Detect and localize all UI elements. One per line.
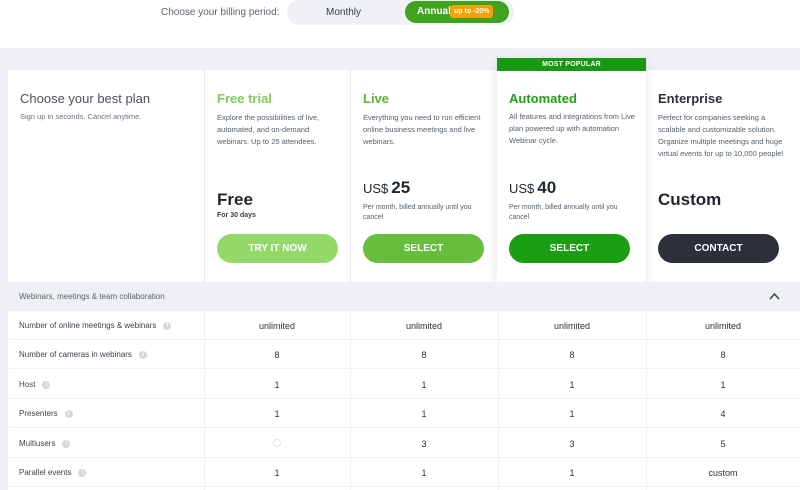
- plan-description: Explore the possibilities of live, autom…: [217, 113, 320, 146]
- price-amount: 40: [537, 178, 557, 197]
- price-amount: 25: [391, 178, 411, 197]
- section-header[interactable]: Webinars, meetings & team collaboration: [8, 282, 800, 311]
- plan-description: Perfect for companies seeking a scalable…: [658, 113, 784, 158]
- plans-intro: Choose your best plan Sign up in seconds…: [8, 70, 204, 282]
- try-it-now-button[interactable]: TRY IT NOW: [217, 234, 338, 263]
- feature-value: 1: [274, 380, 280, 390]
- plan-description: All features and integrations from Live …: [509, 112, 635, 145]
- info-icon[interactable]: i: [62, 439, 71, 448]
- page-subtitle: Sign up in seconds. Cancel anytime.: [20, 112, 142, 121]
- feature-label: Multiusers: [19, 439, 56, 448]
- feature-value: unlimited: [704, 321, 742, 331]
- contact-button[interactable]: CONTACT: [658, 234, 779, 263]
- plan-free-trial: Free trial Explore the possibilities of …: [204, 70, 350, 282]
- feature-value: 1: [720, 380, 726, 390]
- page-title: Choose your best plan: [20, 91, 151, 106]
- price-currency: US$: [509, 181, 535, 196]
- plan-automated: MOST POPULAR Automated All features and …: [497, 58, 646, 282]
- plan-price: Custom: [658, 190, 722, 209]
- unavailable-icon: [273, 439, 281, 447]
- info-icon[interactable]: i: [64, 409, 73, 418]
- chevron-up-icon[interactable]: [769, 292, 780, 300]
- feature-value: unlimited: [405, 321, 443, 331]
- info-icon[interactable]: i: [138, 350, 147, 359]
- feature-value: 1: [421, 380, 427, 390]
- plan-enterprise: Enterprise Perfect for companies seeking…: [646, 70, 800, 282]
- table-row: Number of cameras in webinars i 8 8 8 8: [8, 340, 800, 369]
- discount-badge: up to -20%: [450, 5, 494, 18]
- plan-name: Enterprise: [658, 91, 723, 106]
- info-icon[interactable]: i: [78, 468, 87, 477]
- feature-value: 8: [274, 350, 280, 360]
- plan-name: Automated: [509, 91, 577, 106]
- plan-price-note: Per month, billed annually until you can…: [509, 204, 618, 221]
- features-table: Number of online meetings & webinars i un…: [8, 311, 800, 490]
- table-row: Parallel events i 1 1 1 custom: [8, 458, 800, 487]
- most-popular-ribbon: MOST POPULAR: [497, 58, 646, 71]
- feature-value: 1: [274, 409, 280, 419]
- billing-period-label: Choose your billing period:: [161, 7, 280, 18]
- feature-label: Presenters: [19, 409, 58, 418]
- table-row: Presenters i 1 1 1 4: [8, 399, 800, 428]
- feature-value: custom: [708, 468, 738, 478]
- plan-name: Live: [363, 91, 390, 106]
- price-currency: US$: [363, 181, 389, 196]
- feature-label: Number of online meetings & webinars: [19, 321, 157, 330]
- table-row: Number of online meetings & webinars i un…: [8, 311, 800, 340]
- billing-toggle[interactable]: Monthly Annual up to -20%: [287, 0, 514, 25]
- feature-value: 1: [569, 409, 575, 419]
- annual-option[interactable]: Annual up to -20%: [405, 1, 509, 23]
- plan-price: US$ 25: [363, 178, 410, 198]
- feature-value: 5: [720, 439, 726, 449]
- billing-bar: Choose your billing period: Monthly Annu…: [0, 0, 800, 48]
- plan-price-note: Per month, billed annually until you can…: [363, 204, 472, 221]
- feature-value: 1: [569, 380, 575, 390]
- plan-live: Live Everything you need to run efficien…: [350, 70, 498, 282]
- feature-value: 1: [421, 409, 427, 419]
- feature-value: 3: [569, 439, 575, 449]
- feature-value: 1: [421, 468, 427, 478]
- feature-value: unlimited: [553, 321, 591, 331]
- table-row: Multiusers i 3 3 5: [8, 429, 800, 458]
- plan-price: Free: [217, 190, 253, 209]
- feature-value: 8: [421, 350, 427, 360]
- plan-price-sub: For 30 days: [217, 212, 256, 219]
- feature-label: Host: [19, 380, 36, 389]
- feature-value: 4: [720, 409, 726, 419]
- info-icon[interactable]: i: [163, 321, 172, 330]
- feature-value: unlimited: [258, 321, 296, 331]
- feature-value: 1: [274, 468, 280, 478]
- select-live-button[interactable]: SELECT: [363, 234, 484, 263]
- monthly-option[interactable]: Monthly: [326, 7, 361, 18]
- feature-label: Number of cameras in webinars: [19, 350, 132, 359]
- table-row: Host i 1 1 1 1: [8, 370, 800, 399]
- feature-label: Parallel events: [19, 468, 72, 477]
- plan-name: Free trial: [217, 91, 272, 106]
- info-icon[interactable]: i: [42, 380, 51, 389]
- feature-value: 1: [569, 468, 575, 478]
- feature-value-unavailable: [204, 439, 350, 449]
- section-title: Webinars, meetings & team collaboration: [19, 292, 165, 301]
- select-automated-button[interactable]: SELECT: [509, 234, 630, 263]
- annual-label: Annual: [417, 6, 451, 17]
- feature-value: 8: [569, 350, 575, 360]
- plan-price: US$ 40: [509, 178, 556, 198]
- plan-description: Everything you need to run efficient onl…: [363, 113, 481, 146]
- feature-value: 3: [421, 439, 427, 449]
- feature-value: 8: [720, 350, 726, 360]
